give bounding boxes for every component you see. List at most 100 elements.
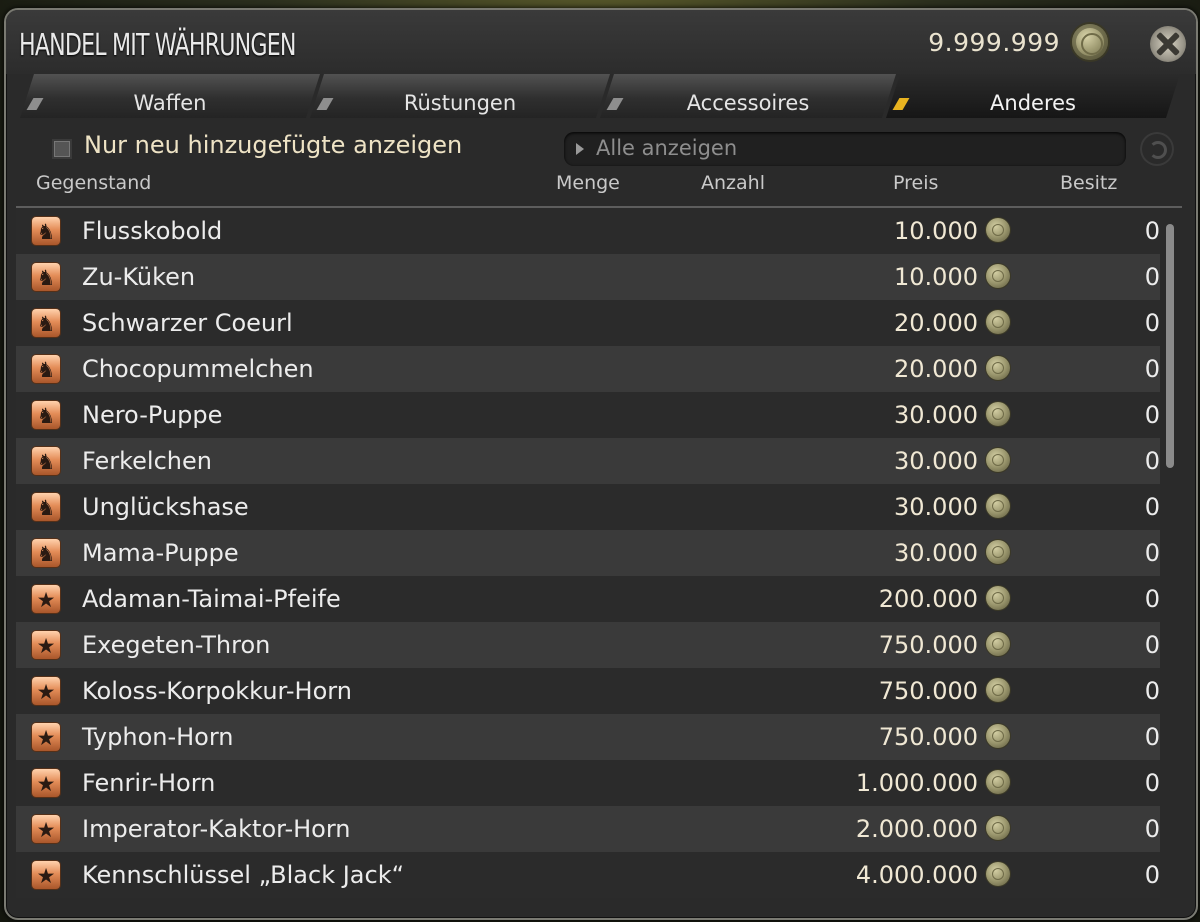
minion-icon-glyph: ♞ [36, 404, 56, 428]
list-item[interactable]: ★ Exegeten-Thron 750.000 0 [16, 622, 1160, 668]
tab-label: Rüstungen [403, 91, 517, 115]
coin-icon [986, 862, 1010, 886]
item-name: Fenrir-Horn [82, 769, 216, 797]
list-item[interactable]: ♞ Flusskobold 10.000 0 [16, 208, 1160, 254]
item-owned: 0 [1144, 309, 1160, 337]
list-item[interactable]: ★ Adaman-Taimai-Pfeife 200.000 0 [16, 576, 1160, 622]
list-item[interactable]: ♞ Ferkelchen 30.000 0 [16, 438, 1160, 484]
list-scrollbar[interactable] [1166, 224, 1174, 468]
item-price: 20.000 [894, 355, 978, 383]
list-item[interactable]: ★ Typhon-Horn 750.000 0 [16, 714, 1160, 760]
item-owned: 0 [1144, 723, 1160, 751]
item-price: 20.000 [894, 309, 978, 337]
coin-icon [986, 402, 1010, 426]
new-items-checkbox-label[interactable]: Nur neu hinzugefügte anzeigen [84, 131, 462, 159]
star-icon-glyph: ★ [36, 634, 56, 658]
item-price: 200.000 [878, 585, 978, 613]
list-item[interactable]: ♞ Chocopummelchen 20.000 0 [16, 346, 1160, 392]
item-name: Typhon-Horn [82, 723, 234, 751]
column-header-item: Gegenstand [36, 172, 152, 194]
item-owned: 0 [1144, 585, 1160, 613]
coin-icon [986, 356, 1010, 380]
item-name: Nero-Puppe [82, 401, 223, 429]
new-items-checkbox[interactable] [52, 139, 72, 159]
tab-label: Accessoires [686, 91, 810, 115]
coin-icon [986, 218, 1010, 242]
filter-row: Nur neu hinzugefügte anzeigen Alle anzei… [6, 122, 1196, 176]
item-price: 10.000 [894, 263, 978, 291]
minion-icon: ♞ [32, 447, 60, 475]
item-owned: 0 [1144, 493, 1160, 521]
coin-icon [986, 816, 1010, 840]
item-owned: 0 [1144, 539, 1160, 567]
item-price: 750.000 [878, 677, 978, 705]
refresh-button[interactable] [1140, 132, 1174, 166]
list-item[interactable]: ♞ Nero-Puppe 30.000 0 [16, 392, 1160, 438]
star-icon: ★ [32, 861, 60, 889]
item-owned: 0 [1144, 447, 1160, 475]
tab-waffen[interactable]: Waffen [20, 74, 320, 118]
minion-icon-glyph: ♞ [36, 496, 56, 520]
star-icon-glyph: ★ [36, 726, 56, 750]
star-icon-glyph: ★ [36, 588, 56, 612]
tab-bar: Waffen Rüstungen Accessoires Anderes [20, 74, 1180, 120]
minion-icon-glyph: ♞ [36, 542, 56, 566]
star-icon: ★ [32, 631, 60, 659]
tab-notch-icon [607, 98, 624, 110]
list-item[interactable]: ♞ Unglückshase 30.000 0 [16, 484, 1160, 530]
item-name: Kennschlüssel „Black Jack“ [82, 861, 405, 889]
coin-icon [1072, 24, 1108, 60]
minion-icon-glyph: ♞ [36, 358, 56, 382]
item-name: Imperator-Kaktor-Horn [82, 815, 351, 843]
currency-amount: 9.999.999 [928, 28, 1060, 57]
coin-icon [986, 586, 1010, 610]
tab-anderes[interactable]: Anderes [886, 74, 1180, 118]
star-icon-glyph: ★ [36, 772, 56, 796]
item-owned: 0 [1144, 861, 1160, 889]
item-name: Koloss-Korpokkur-Horn [82, 677, 352, 705]
item-owned: 0 [1144, 355, 1160, 383]
list-item[interactable]: ♞ Schwarzer Coeurl 20.000 0 [16, 300, 1160, 346]
item-owned: 0 [1144, 217, 1160, 245]
item-owned: 0 [1144, 631, 1160, 659]
list-item[interactable]: ♞ Zu-Küken 10.000 0 [16, 254, 1160, 300]
coin-icon [986, 770, 1010, 794]
star-icon: ★ [32, 723, 60, 751]
item-name: Unglückshase [82, 493, 249, 521]
tab-accessoires[interactable]: Accessoires [600, 74, 896, 118]
tab-label: Waffen [133, 91, 207, 115]
dropdown-arrow-icon [576, 143, 584, 155]
title-bar[interactable]: HANDEL MIT WÄHRUNGEN 9.999.999 [6, 10, 1196, 74]
item-owned: 0 [1144, 677, 1160, 705]
list-item[interactable]: ★ Koloss-Korpokkur-Horn 750.000 0 [16, 668, 1160, 714]
list-item[interactable]: ★ Fenrir-Horn 1.000.000 0 [16, 760, 1160, 806]
item-name: Ferkelchen [82, 447, 212, 475]
tab-notch-icon [317, 98, 334, 110]
category-dropdown[interactable]: Alle anzeigen [564, 132, 1126, 166]
window-title: HANDEL MIT WÄHRUNGEN [19, 28, 296, 63]
item-owned: 0 [1144, 263, 1160, 291]
item-name: Zu-Küken [82, 263, 196, 291]
item-price: 4.000.000 [855, 861, 978, 889]
item-name: Schwarzer Coeurl [82, 309, 293, 337]
dropdown-value: Alle anzeigen [596, 136, 738, 160]
item-name: Adaman-Taimai-Pfeife [82, 585, 341, 613]
coin-icon [986, 540, 1010, 564]
list-item[interactable]: ★ Kennschlüssel „Black Jack“ 4.000.000 0 [16, 852, 1160, 898]
column-header-owned: Besitz [1060, 172, 1118, 194]
star-icon: ★ [32, 769, 60, 797]
list-item[interactable]: ♞ Mama-Puppe 30.000 0 [16, 530, 1160, 576]
minion-icon-glyph: ♞ [36, 312, 56, 336]
tab-ruestungen[interactable]: Rüstungen [310, 74, 610, 118]
column-header-price: Preis [893, 172, 939, 194]
item-owned: 0 [1144, 815, 1160, 843]
list-item[interactable]: ★ Imperator-Kaktor-Horn 2.000.000 0 [16, 806, 1160, 852]
minion-icon: ♞ [32, 263, 60, 291]
minion-icon-glyph: ♞ [36, 450, 56, 474]
item-owned: 0 [1144, 401, 1160, 429]
star-icon: ★ [32, 677, 60, 705]
minion-icon: ♞ [32, 355, 60, 383]
item-price: 750.000 [878, 723, 978, 751]
close-button[interactable] [1150, 26, 1186, 62]
minion-icon: ♞ [32, 539, 60, 567]
